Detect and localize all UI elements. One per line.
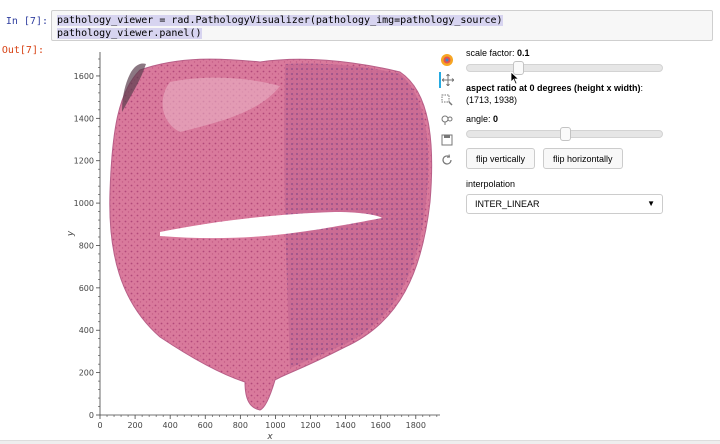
save-icon[interactable] xyxy=(439,132,455,148)
y-tick-label: 600 xyxy=(79,284,94,293)
pathology-image xyxy=(109,58,433,411)
y-tick-label: 0 xyxy=(89,411,94,420)
x-tick-label: 1000 xyxy=(265,421,285,430)
y-tick-label: 1200 xyxy=(74,157,94,166)
x-tick-label: 200 xyxy=(127,421,142,430)
code-cell[interactable]: pathology_viewer = rad.PathologyVisualiz… xyxy=(51,10,713,41)
x-tick-label: 400 xyxy=(163,421,178,430)
wheel-zoom-icon[interactable] xyxy=(439,112,455,128)
code-line-2[interactable]: pathology_viewer.panel() xyxy=(57,27,712,40)
pan-icon[interactable] xyxy=(439,72,455,88)
aspect-ratio-label: aspect ratio at 0 degrees (height x widt… xyxy=(466,83,641,93)
x-tick-label: 1200 xyxy=(300,421,320,430)
interpolation-label: interpolation xyxy=(466,179,516,189)
aspect-ratio-text: aspect ratio at 0 degrees (height x widt… xyxy=(466,82,666,106)
x-tick-label: 600 xyxy=(198,421,213,430)
y-tick-label: 1600 xyxy=(74,72,94,81)
interpolation-select[interactable]: INTER_LINEAR ▼ xyxy=(466,194,663,214)
bokeh-logo-icon[interactable] xyxy=(439,52,455,68)
angle-value: 0 xyxy=(493,114,499,124)
input-prompt: In [7]: xyxy=(5,16,48,27)
scale-factor-slider[interactable] xyxy=(466,61,663,75)
scale-factor-label: scale factor: 0.1 xyxy=(466,48,530,58)
angle-label: angle: 0 xyxy=(466,114,499,124)
y-tick-label: 1000 xyxy=(74,199,94,208)
interpolation-value: INTER_LINEAR xyxy=(475,199,540,209)
code-line-1[interactable]: pathology_viewer = rad.PathologyVisualiz… xyxy=(57,14,712,27)
x-tick-label: 1600 xyxy=(371,421,391,430)
chevron-down-icon: ▼ xyxy=(647,199,655,208)
flip-vertically-button[interactable]: flip vertically xyxy=(466,148,536,169)
scale-factor-value: 0.1 xyxy=(517,48,530,58)
y-tick-label: 800 xyxy=(79,241,94,250)
x-tick-label: 1800 xyxy=(406,421,426,430)
mouse-cursor-icon xyxy=(510,71,520,85)
box-zoom-icon[interactable] xyxy=(439,92,455,108)
x-tick-label: 800 xyxy=(233,421,248,430)
flip-horizontally-button[interactable]: flip horizontally xyxy=(543,148,623,169)
output-prompt: Out[7]: xyxy=(1,45,44,56)
y-tick-label: 400 xyxy=(79,326,94,335)
angle-slider[interactable] xyxy=(466,127,663,141)
reset-icon[interactable] xyxy=(439,152,455,168)
x-tick-label: 0 xyxy=(97,421,102,430)
y-axis-title: y xyxy=(66,230,76,237)
pathology-plot[interactable] xyxy=(100,52,440,415)
bottom-border xyxy=(0,440,720,444)
angle-slider-handle[interactable] xyxy=(559,127,571,141)
control-panel: scale factor: 0.1 aspect ratio at 0 degr… xyxy=(466,48,666,214)
x-tick-label: 1400 xyxy=(335,421,355,430)
y-tick-label: 200 xyxy=(79,369,94,378)
y-tick-label: 1400 xyxy=(74,114,94,123)
plot-toolbar xyxy=(439,52,457,172)
